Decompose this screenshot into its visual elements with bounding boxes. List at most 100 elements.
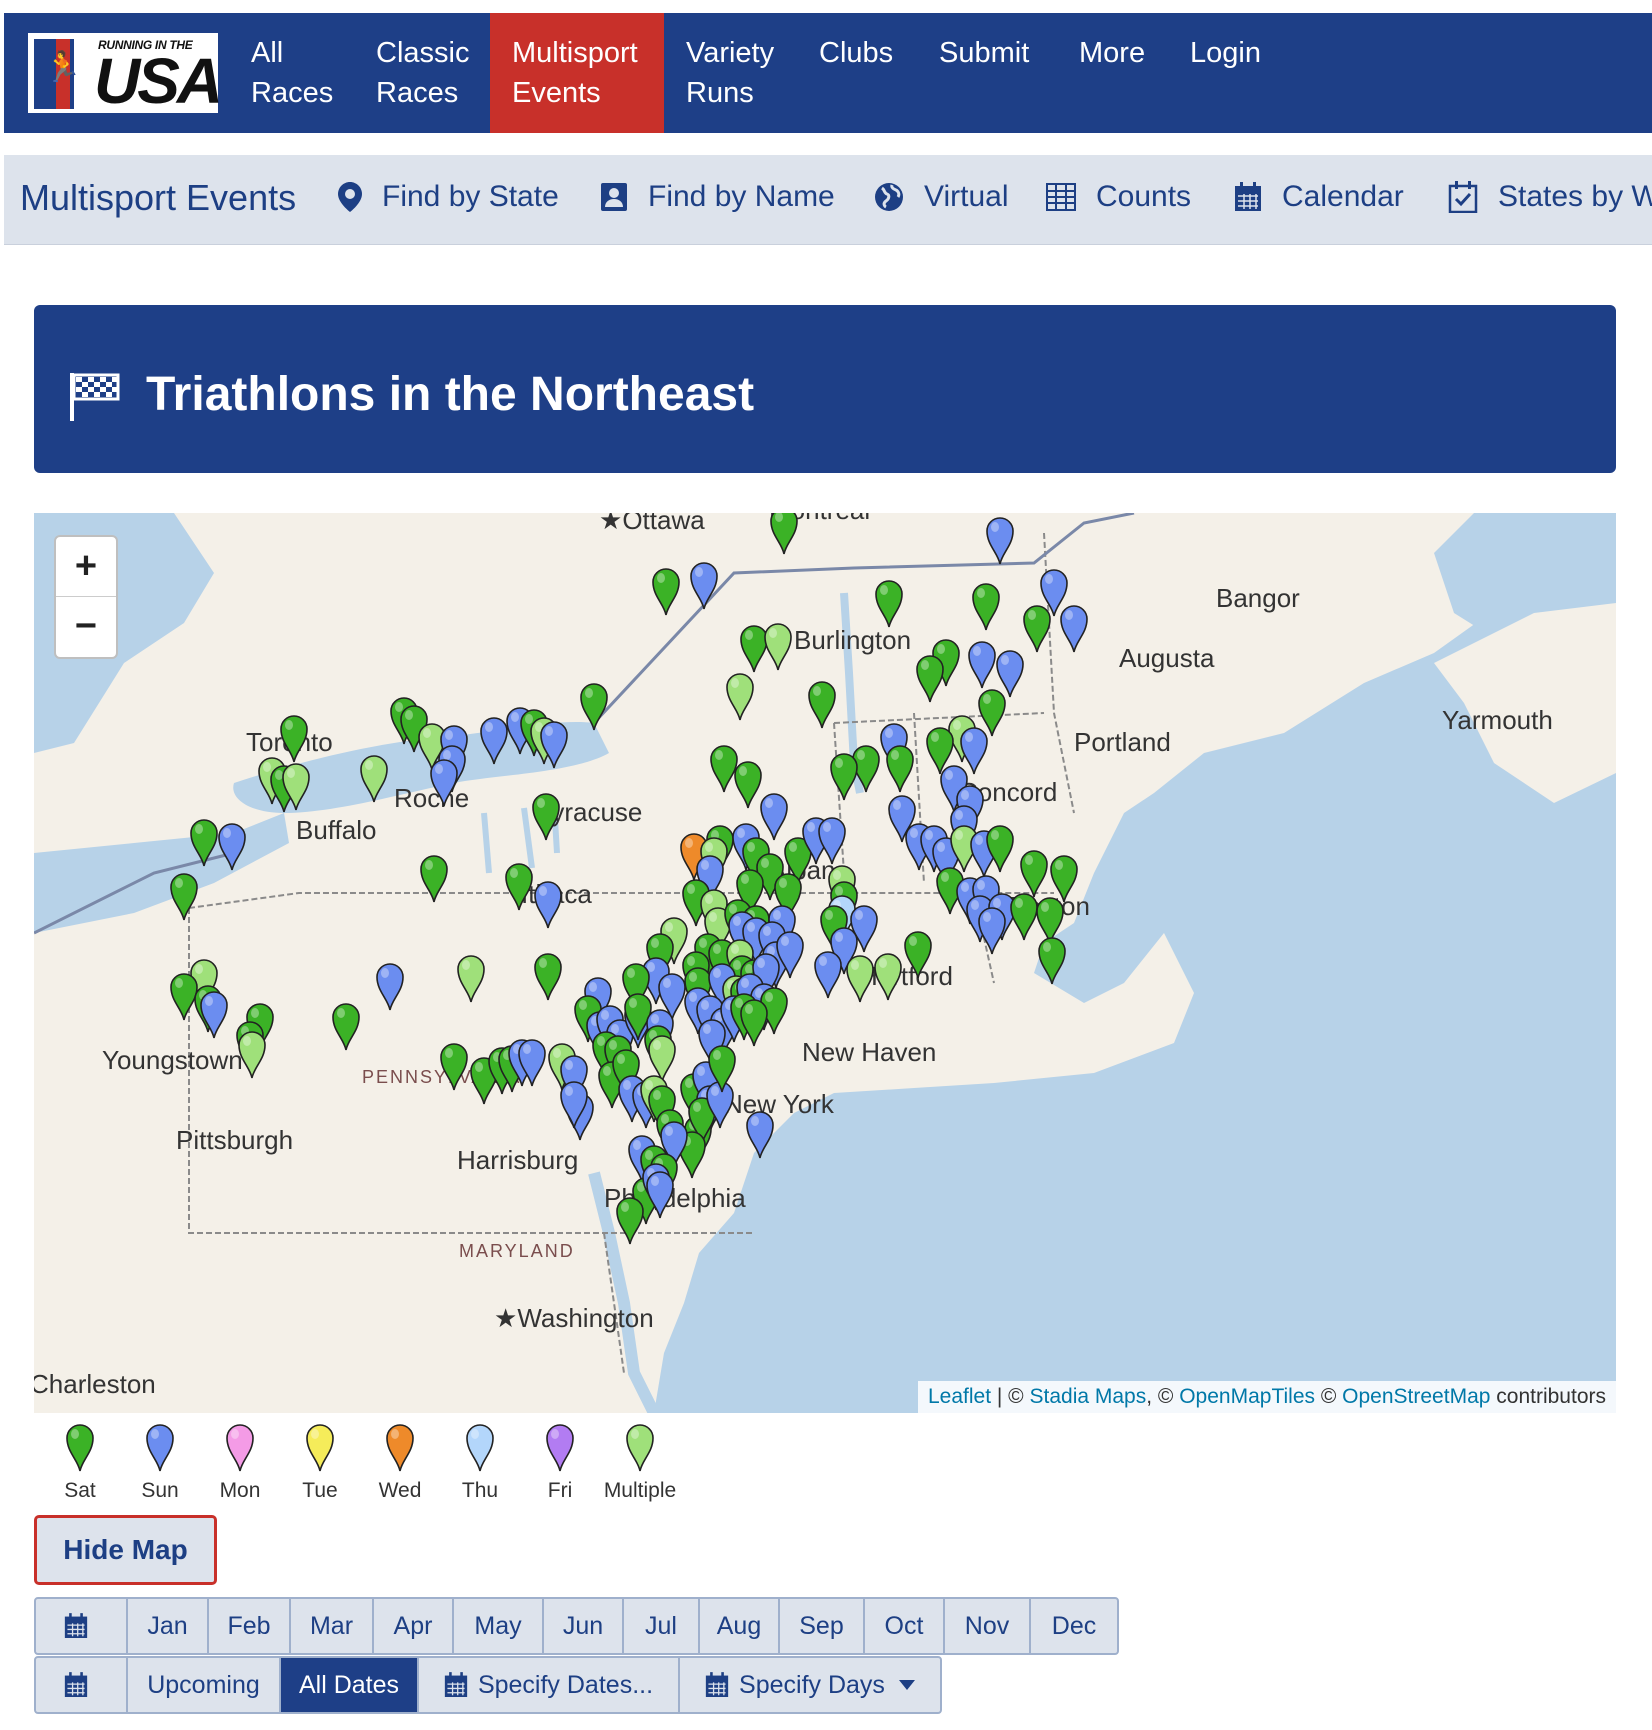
month-aug[interactable]: Aug <box>700 1599 780 1653</box>
subnav-counts[interactable]: Counts <box>1046 180 1191 214</box>
subnav-calendar[interactable]: Calendar <box>1234 180 1404 214</box>
race-marker-sun[interactable] <box>559 1079 589 1134</box>
page-title: Triathlons in the Northeast <box>146 368 755 421</box>
race-marker-sat[interactable] <box>829 751 859 806</box>
site-logo[interactable]: 🏃 RUNNING IN THE USA <box>28 33 223 113</box>
race-marker-sat[interactable] <box>1037 935 1067 990</box>
race-marker-sat[interactable] <box>707 1043 737 1098</box>
race-marker-sun[interactable] <box>539 719 569 774</box>
month-sep[interactable]: Sep <box>780 1599 865 1653</box>
race-marker-sun[interactable] <box>817 815 847 870</box>
race-marker-sat[interactable] <box>419 853 449 908</box>
nav-multisport-events[interactable]: Multisport Events <box>490 13 664 133</box>
race-marker-sat[interactable] <box>504 861 534 916</box>
zoom-in-button[interactable]: + <box>56 537 116 597</box>
osm-link[interactable]: OpenStreetMap <box>1342 1385 1490 1408</box>
race-marker-sat[interactable] <box>439 1041 469 1096</box>
race-marker-sat[interactable] <box>533 951 563 1006</box>
race-marker-sat[interactable] <box>985 823 1015 878</box>
month-nov[interactable]: Nov <box>945 1599 1031 1653</box>
race-marker-sun[interactable] <box>199 989 229 1044</box>
race-marker-sat[interactable] <box>971 581 1001 636</box>
leaflet-link[interactable]: Leaflet <box>928 1385 991 1408</box>
month-calendar-icon-button[interactable] <box>36 1599 128 1653</box>
race-marker-sat[interactable] <box>885 743 915 798</box>
race-marker-multiple[interactable] <box>456 953 486 1008</box>
race-marker-sat[interactable] <box>903 929 933 984</box>
race-marker-sun[interactable] <box>533 879 563 934</box>
month-apr[interactable]: Apr <box>374 1599 454 1653</box>
race-marker-sat[interactable] <box>915 653 945 708</box>
race-marker-multiple[interactable] <box>281 761 311 816</box>
subnav-virtual[interactable]: Virtual <box>874 180 1009 214</box>
race-marker-sun[interactable] <box>517 1037 547 1092</box>
nav-all-races[interactable]: All Races <box>229 13 355 133</box>
month-filter-bar: Jan Feb Mar Apr May Jun Jul Aug Sep Oct … <box>34 1597 1119 1655</box>
zoom-out-button[interactable]: − <box>56 597 116 657</box>
race-marker-sun[interactable] <box>985 515 1015 570</box>
race-marker-sat[interactable] <box>1022 603 1052 658</box>
specify-dates-button[interactable]: Specify Dates... <box>419 1658 680 1712</box>
calendar-icon <box>64 1672 88 1697</box>
subnav-title[interactable]: Multisport Events <box>20 177 296 219</box>
legend-item-thu: Thu <box>440 1422 520 1503</box>
stadia-link[interactable]: Stadia Maps <box>1030 1385 1147 1408</box>
race-marker-multiple[interactable] <box>763 621 793 676</box>
month-jul[interactable]: Jul <box>624 1599 700 1653</box>
race-marker-sun[interactable] <box>1059 603 1089 658</box>
nav-more[interactable]: More <box>1057 13 1167 133</box>
race-marker-sat[interactable] <box>531 791 561 846</box>
month-jun[interactable]: Jun <box>544 1599 624 1653</box>
map-label-youngstown: Youngstown <box>102 1045 243 1075</box>
map-label-yarmouth: Yarmouth <box>1442 705 1553 735</box>
race-marker-multiple[interactable] <box>873 951 903 1006</box>
month-jan[interactable]: Jan <box>128 1599 209 1653</box>
date-calendar-icon-button[interactable] <box>36 1658 128 1712</box>
nav-login[interactable]: Login <box>1168 13 1283 133</box>
month-mar[interactable]: Mar <box>291 1599 374 1653</box>
race-marker-multiple[interactable] <box>845 953 875 1008</box>
race-marker-sat[interactable] <box>739 997 769 1052</box>
race-marker-sun[interactable] <box>813 949 843 1004</box>
race-map[interactable]: + − ★Ottawa Montreal Bangor Burlington A… <box>34 513 1616 1413</box>
contact-card-icon <box>601 183 627 211</box>
month-feb[interactable]: Feb <box>209 1599 291 1653</box>
month-oct[interactable]: Oct <box>865 1599 945 1653</box>
nav-variety-runs[interactable]: Variety Runs <box>664 13 796 133</box>
subnav-find-by-state[interactable]: Find by State <box>338 180 559 214</box>
race-marker-sun[interactable] <box>967 639 997 694</box>
race-marker-sat[interactable] <box>874 578 904 633</box>
race-marker-sat[interactable] <box>807 679 837 734</box>
race-marker-sun[interactable] <box>745 1109 775 1164</box>
race-marker-multiple[interactable] <box>359 753 389 808</box>
nav-classic-races[interactable]: Classic Races <box>354 13 491 133</box>
race-marker-sat[interactable] <box>189 817 219 872</box>
nav-clubs[interactable]: Clubs <box>797 13 915 133</box>
hide-map-button[interactable]: Hide Map <box>34 1515 217 1585</box>
month-dec[interactable]: Dec <box>1031 1599 1117 1653</box>
race-marker-sat[interactable] <box>615 1195 645 1250</box>
race-marker-sat[interactable] <box>769 513 799 560</box>
race-marker-sat[interactable] <box>579 681 609 736</box>
nav-submit[interactable]: Submit <box>917 13 1051 133</box>
all-dates-button[interactable]: All Dates <box>281 1658 419 1712</box>
race-marker-sun[interactable] <box>375 961 405 1016</box>
subnav-find-by-name[interactable]: Find by Name <box>600 180 835 214</box>
legend-label: Sat <box>64 1479 96 1502</box>
subnav-states-by-weekend[interactable]: States by We <box>1448 180 1652 214</box>
legend-item-sat: Sat <box>40 1422 120 1503</box>
month-may[interactable]: May <box>454 1599 544 1653</box>
race-marker-multiple[interactable] <box>237 1029 267 1084</box>
race-marker-sat[interactable] <box>331 1001 361 1056</box>
specify-days-dropdown[interactable]: Specify Days <box>680 1658 940 1712</box>
race-marker-sat[interactable] <box>651 566 681 621</box>
race-marker-sun[interactable] <box>217 821 247 876</box>
race-marker-sun[interactable] <box>689 560 719 615</box>
openmaptiles-link[interactable]: OpenMapTiles <box>1179 1385 1315 1408</box>
upcoming-button[interactable]: Upcoming <box>128 1658 281 1712</box>
race-marker-sun[interactable] <box>977 905 1007 960</box>
race-marker-sun[interactable] <box>429 757 459 812</box>
race-marker-sat[interactable] <box>169 871 199 926</box>
race-marker-multiple[interactable] <box>725 671 755 726</box>
race-marker-sun[interactable] <box>645 1169 675 1224</box>
